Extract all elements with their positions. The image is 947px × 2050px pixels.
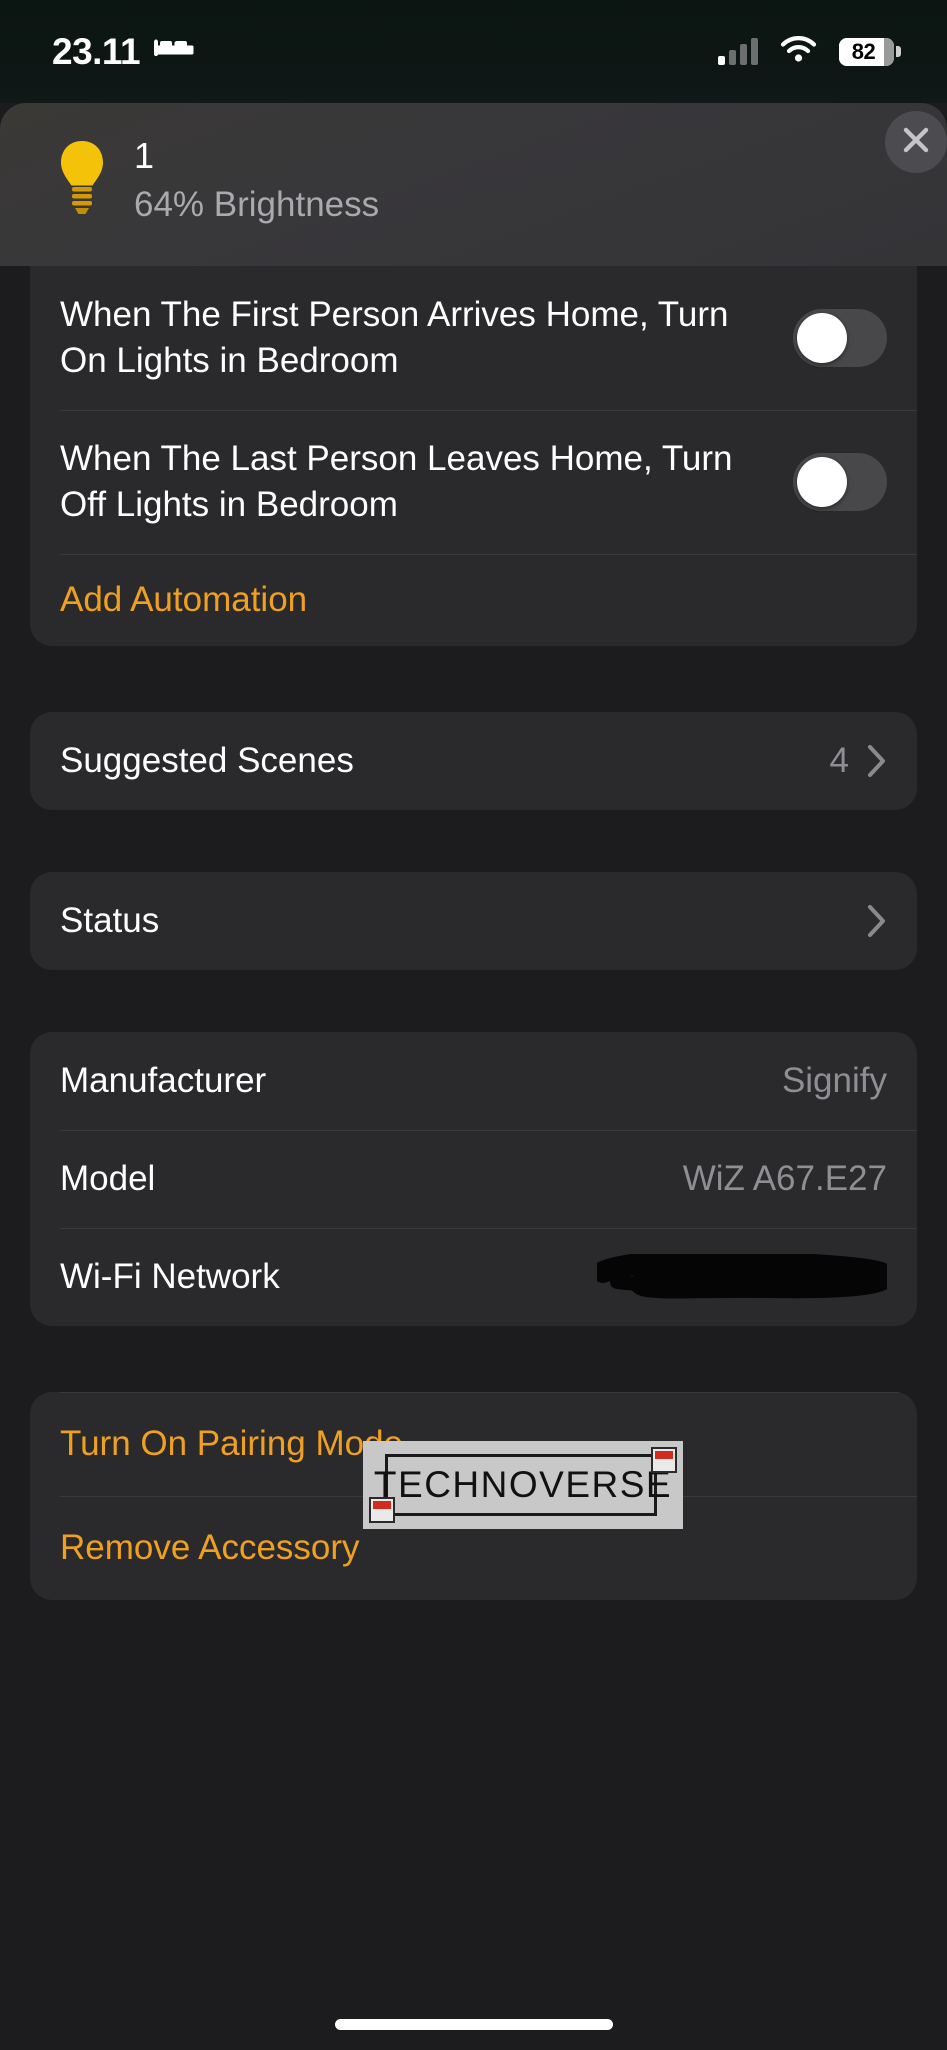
turn-on-pairing-mode-label: Turn On Pairing Mode	[60, 1424, 404, 1463]
automation-label: When The Last Person Leaves Home, Turn O…	[60, 439, 733, 524]
status-bar: 23.11 82	[0, 0, 947, 103]
automation-toggle[interactable]	[793, 309, 887, 367]
wifi-icon	[780, 35, 817, 68]
automation-label: When The First Person Arrives Home, Turn…	[60, 295, 729, 380]
status-card: Status	[30, 872, 917, 970]
close-button[interactable]	[885, 111, 947, 173]
redaction-scribble	[597, 1254, 887, 1300]
detail-scroll-content[interactable]: When The First Person Arrives Home, Turn…	[0, 266, 947, 2050]
detail-label: Manufacturer	[60, 1061, 267, 1100]
chevron-right-icon	[867, 744, 887, 778]
accessory-brightness-label: 64% Brightness	[134, 185, 380, 224]
detail-value: WiZ A67.E27	[682, 1159, 887, 1198]
status-label: Status	[60, 901, 160, 940]
status-bar-left: 23.11	[52, 31, 194, 73]
status-row[interactable]: Status	[30, 872, 917, 970]
suggested-scenes-label: Suggested Scenes	[60, 741, 354, 780]
automation-row[interactable]: When The First Person Arrives Home, Turn…	[30, 266, 917, 410]
chip-icon	[651, 1447, 677, 1473]
suggested-scenes-count: 4	[829, 741, 849, 780]
battery-icon: 82	[839, 37, 901, 66]
watermark-label: TECHNOVERSE	[373, 1464, 673, 1505]
accessory-name: 1	[134, 135, 155, 176]
chip-icon	[369, 1497, 395, 1523]
automation-toggle[interactable]	[793, 453, 887, 511]
detail-label: Model	[60, 1159, 156, 1198]
add-automation-label: Add Automation	[60, 580, 308, 619]
suggested-scenes-row[interactable]: Suggested Scenes 4	[30, 712, 917, 810]
cellular-signal-icon	[718, 38, 758, 65]
status-bar-right: 82	[718, 35, 901, 68]
detail-label: Wi-Fi Network	[60, 1257, 280, 1296]
detail-row-model: Model WiZ A67.E27	[30, 1130, 917, 1228]
suggested-scenes-card: Suggested Scenes 4	[30, 712, 917, 810]
lightbulb-icon	[52, 139, 112, 217]
detail-value: Signify	[781, 1061, 887, 1100]
detail-row-wifi-network: Wi-Fi Network	[30, 1228, 917, 1326]
detail-row-manufacturer: Manufacturer Signify	[30, 1032, 917, 1130]
status-bar-clock: 23.11	[52, 30, 141, 72]
close-icon	[901, 125, 931, 160]
automation-row[interactable]: When The Last Person Leaves Home, Turn O…	[30, 410, 917, 554]
battery-percent-label: 82	[851, 38, 876, 64]
bed-icon	[154, 35, 194, 68]
automations-card: When The First Person Arrives Home, Turn…	[30, 266, 917, 646]
home-indicator[interactable]	[334, 2019, 613, 2030]
technoverse-watermark: TECHNOVERSE	[363, 1441, 683, 1529]
chevron-right-icon	[867, 904, 887, 938]
accessory-header: 1 64% Brightness	[0, 103, 947, 266]
remove-accessory-label: Remove Accessory	[60, 1528, 360, 1567]
app-screen: 23.11 82 1 64% Brightness When The First…	[0, 0, 947, 2050]
add-automation-button[interactable]: Add Automation	[30, 554, 917, 646]
accessory-details-card: Manufacturer Signify Model WiZ A67.E27 W…	[30, 1032, 917, 1326]
